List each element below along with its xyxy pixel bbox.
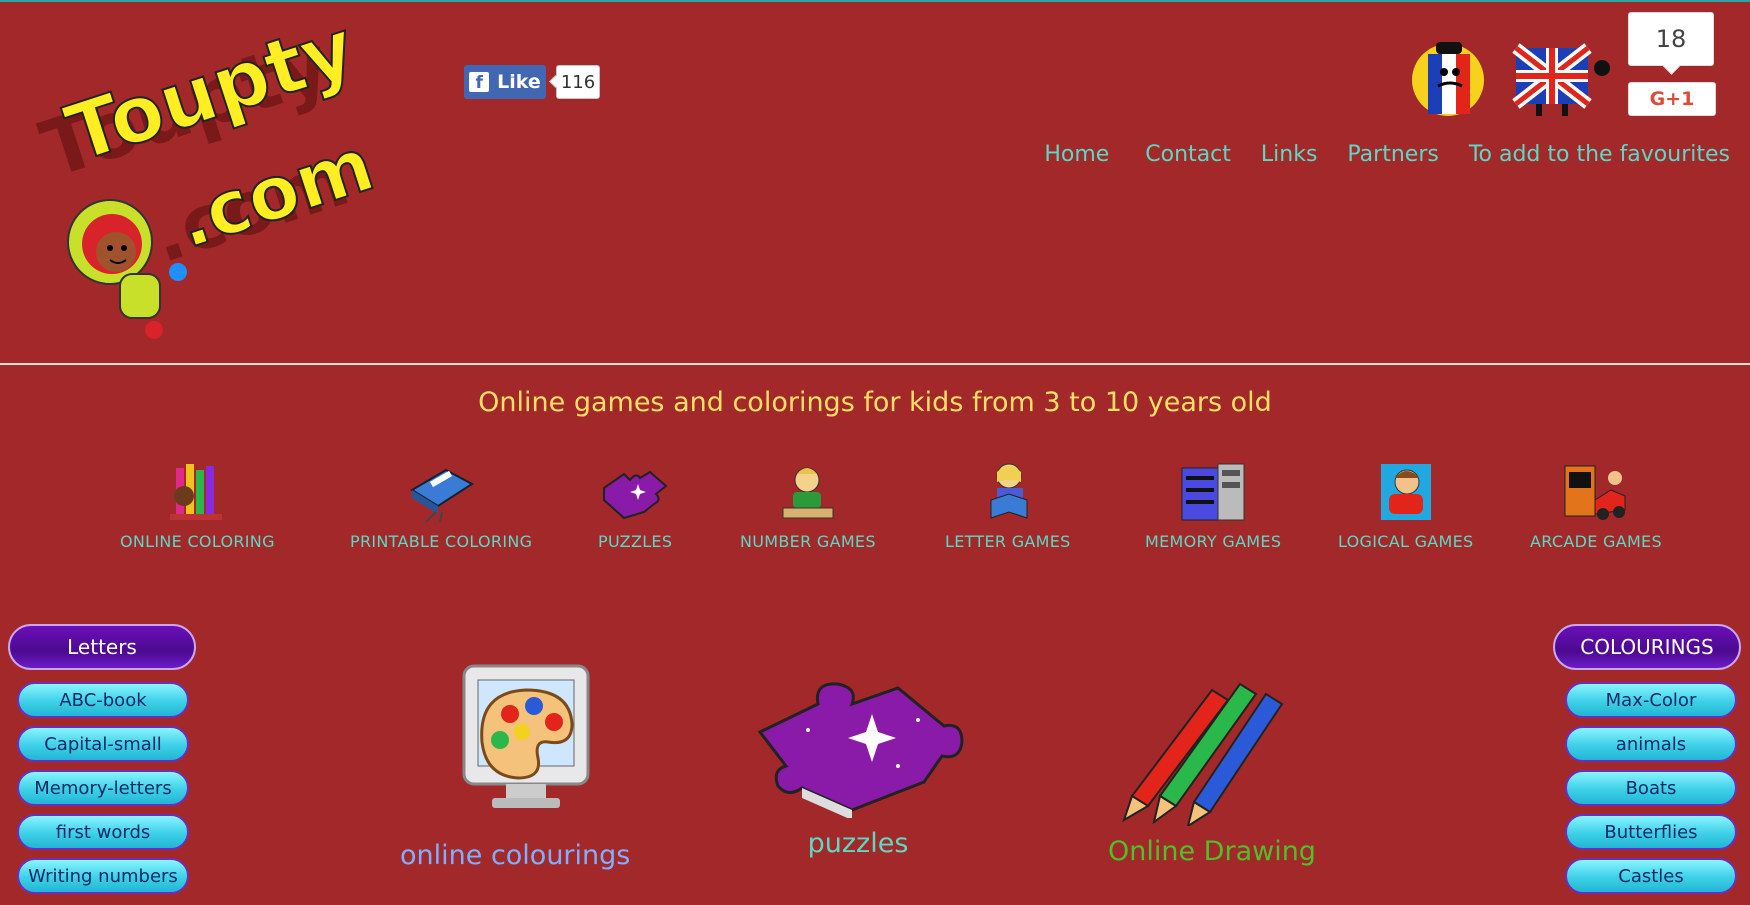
facebook-like-label: Like [497, 71, 541, 93]
facebook-like-count: 116 [556, 65, 600, 99]
category-label: LETTER GAMES [945, 532, 1071, 551]
crayons-icon [170, 464, 223, 520]
right-menu-item-animals[interactable]: animals [1565, 726, 1737, 762]
page-tagline: Online games and colorings for kids from… [478, 387, 1272, 418]
tile-label: puzzles [807, 828, 909, 859]
nav-contact-link[interactable]: Contact [1145, 142, 1231, 167]
nav-home-link[interactable]: Home [1044, 142, 1109, 167]
left-menu-item-capital-small[interactable]: Capital-small [17, 726, 189, 762]
gplus-button[interactable]: G+1 [1628, 82, 1716, 116]
toupty-logo[interactable]: Toupty Toupty .com .com [30, 2, 390, 352]
header-divider [0, 363, 1750, 365]
left-menu-item-abc-book[interactable]: ABC-book [17, 682, 189, 718]
arcade-car-icon [1564, 465, 1626, 520]
left-menu-item-memory-letters[interactable]: Memory-letters [17, 770, 189, 806]
category-memory-games[interactable]: MEMORY GAMES [1145, 460, 1281, 551]
category-letter-games[interactable]: LETTER GAMES [945, 460, 1071, 551]
gplus-count: 18 [1628, 12, 1714, 66]
puzzle-piece-icon [757, 682, 964, 818]
facebook-icon: f [469, 72, 490, 92]
top-nav: Home Contact Links Partners To add to th… [1044, 142, 1730, 167]
tile-label: online colourings [400, 840, 631, 871]
category-label: ONLINE COLORING [120, 532, 275, 551]
monitor-palette-icon [462, 664, 590, 808]
nav-partners-link[interactable]: Partners [1347, 142, 1438, 167]
kid-writing-icon [782, 467, 834, 519]
printer-icon [410, 468, 475, 523]
category-label: PUZZLES [598, 532, 673, 551]
tile-online-drawing[interactable]: Online Drawing [1108, 670, 1316, 867]
right-menu-item-butterflies[interactable]: Butterflies [1565, 814, 1737, 850]
right-menu-item-max-color[interactable]: Max-Color [1565, 682, 1737, 718]
category-label: LOGICAL GAMES [1338, 532, 1474, 551]
left-menu-item-writing-numbers[interactable]: Writing numbers [17, 858, 189, 894]
reading-girl-icon [990, 463, 1028, 519]
facebook-like-widget[interactable]: f Like 116 [464, 65, 600, 99]
tile-online-colourings[interactable]: online colourings [400, 662, 630, 871]
tile-label: Online Drawing [1108, 836, 1316, 867]
category-label: ARCADE GAMES [1530, 532, 1662, 551]
category-label: NUMBER GAMES [740, 532, 876, 551]
category-logical-games[interactable]: LOGICAL GAMES [1338, 460, 1474, 551]
uk-flag-character-icon[interactable] [1510, 42, 1610, 118]
tile-puzzles[interactable]: puzzles [748, 670, 968, 859]
category-online-coloring[interactable]: ONLINE COLORING [120, 460, 275, 551]
puzzle-icon [603, 470, 668, 520]
category-label: PRINTABLE COLORING [350, 532, 533, 551]
colored-pencils-icon [1122, 682, 1284, 826]
category-arcade-games[interactable]: ARCADE GAMES [1530, 460, 1662, 551]
category-puzzles[interactable]: PUZZLES [598, 460, 672, 551]
right-menu-item-boats[interactable]: Boats [1565, 770, 1737, 806]
nav-links-link[interactable]: Links [1261, 142, 1318, 167]
category-printable-coloring[interactable]: PRINTABLE COLORING [350, 460, 532, 551]
left-menu-item-first-words[interactable]: first words [17, 814, 189, 850]
right-menu-item-castles[interactable]: Castles [1565, 858, 1737, 894]
kid-thinking-icon [1380, 464, 1431, 520]
mega-memory-icon [1181, 463, 1245, 521]
category-number-games[interactable]: NUMBER GAMES [740, 460, 876, 551]
nav-favourites-link[interactable]: To add to the favourites [1469, 142, 1730, 167]
french-flag-character-icon[interactable] [1406, 38, 1490, 118]
right-menu-title-colourings[interactable]: COLOURINGS [1553, 624, 1741, 670]
facebook-like-button[interactable]: f Like [464, 65, 546, 99]
category-label: MEMORY GAMES [1145, 532, 1282, 551]
left-menu-title-letters[interactable]: Letters [8, 624, 196, 670]
